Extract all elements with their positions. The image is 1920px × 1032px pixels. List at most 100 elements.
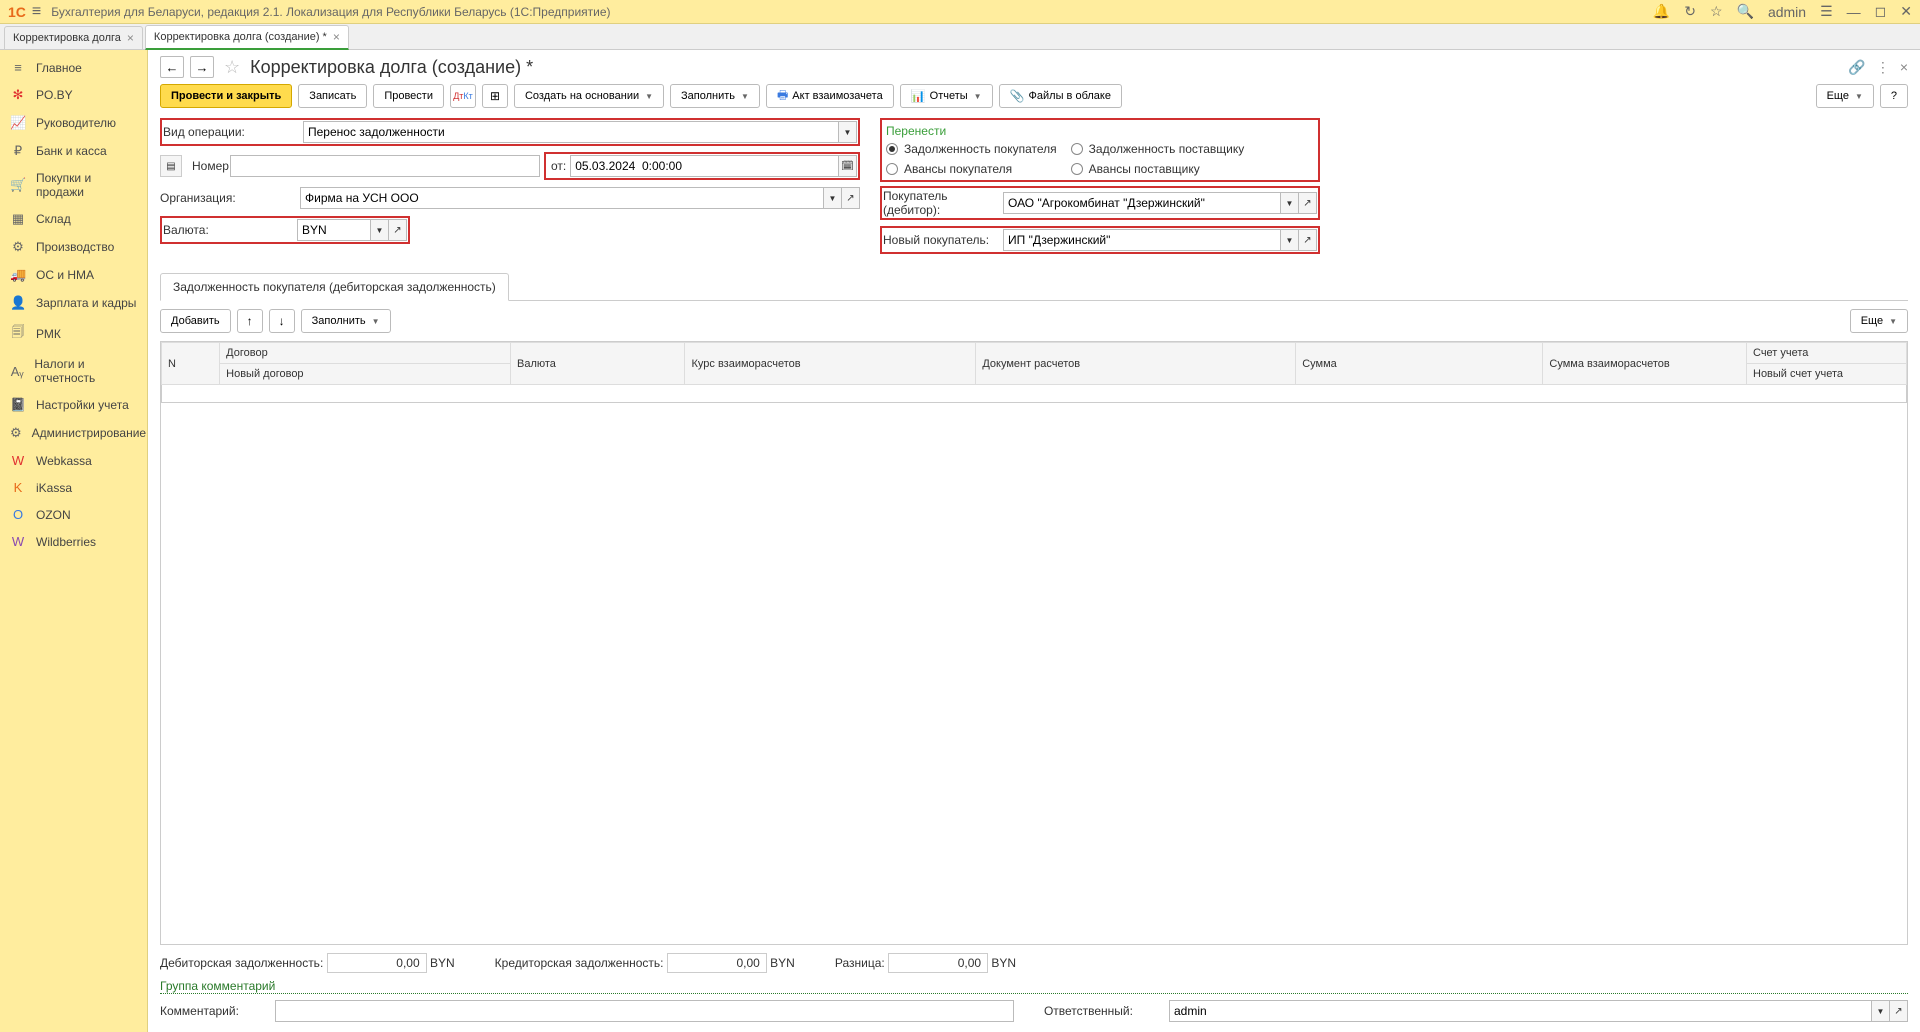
more-icon[interactable]: ⋮ (1876, 59, 1890, 76)
side-bank[interactable]: ₽Банк и касса (0, 137, 147, 165)
col-sum-mutual[interactable]: Сумма взаиморасчетов (1543, 343, 1747, 385)
comments-group-link[interactable]: Группа комментарий (160, 979, 1908, 994)
col-n[interactable]: N (162, 343, 220, 385)
newbuyer-combo[interactable]: ▼ ↗ (1003, 229, 1317, 251)
side-assets[interactable]: 🚚ОС и НМА (0, 261, 147, 289)
bell-icon[interactable]: 🔔 (1653, 3, 1670, 20)
number-mode-icon[interactable]: ▤ (160, 155, 182, 177)
maximize-icon[interactable]: ◻ (1875, 3, 1887, 20)
side-ikassa[interactable]: KiKassa (0, 474, 147, 501)
star-icon[interactable]: ☆ (1710, 3, 1723, 20)
comment-input[interactable] (275, 1000, 1014, 1022)
tab-close-icon[interactable]: × (127, 31, 134, 45)
number-input[interactable] (230, 155, 540, 177)
reports-button[interactable]: 📊Отчеты▼ (900, 84, 993, 108)
tab-debt[interactable]: Корректировка долга × (4, 26, 143, 49)
side-ozon[interactable]: OOZON (0, 501, 147, 528)
open-icon[interactable]: ↗ (842, 187, 860, 209)
newbuyer-input[interactable] (1003, 229, 1281, 251)
col-doc[interactable]: Документ расчетов (976, 343, 1296, 385)
buyer-combo[interactable]: ▼ ↗ (1003, 192, 1317, 214)
open-icon[interactable]: ↗ (1890, 1000, 1908, 1022)
radio-supplier-debt[interactable]: Задолженность поставщику (1071, 142, 1245, 156)
move-down-button[interactable]: ↓ (269, 309, 295, 333)
add-row-button[interactable]: Добавить (160, 309, 231, 333)
fill-button[interactable]: Заполнить▼ (670, 84, 760, 108)
move-up-button[interactable]: ↑ (237, 309, 263, 333)
side-sales[interactable]: 🛒Покупки и продажи (0, 165, 147, 205)
open-icon[interactable]: ↗ (389, 219, 407, 241)
help-button[interactable]: ? (1880, 84, 1908, 108)
side-webkassa[interactable]: WWebkassa (0, 447, 147, 474)
side-rmk[interactable]: 🗐РМК (0, 317, 147, 351)
radio-buyer-advance[interactable]: Авансы покупателя (886, 162, 1057, 176)
date-input[interactable] (570, 155, 839, 177)
radio-buyer-debt[interactable]: Задолженность покупателя (886, 142, 1057, 156)
dropdown-icon[interactable]: ▼ (824, 187, 842, 209)
open-icon[interactable]: ↗ (1299, 229, 1317, 251)
nav-back-button[interactable]: ← (160, 56, 184, 78)
history-icon[interactable]: ↻ (1684, 3, 1696, 20)
side-admin[interactable]: ⚙Администрирование (0, 419, 147, 447)
subtab-debt[interactable]: Задолженность покупателя (дебиторская за… (160, 273, 509, 301)
dt-kt-button[interactable]: ДтКт (450, 84, 476, 108)
col-new-account[interactable]: Новый счет учета (1747, 364, 1907, 385)
col-currency[interactable]: Валюта (510, 343, 685, 385)
side-poby[interactable]: ✻PO.BY (0, 81, 147, 109)
dropdown-icon[interactable]: ▼ (371, 219, 389, 241)
tab-debt-create[interactable]: Корректировка долга (создание) * × (145, 25, 349, 50)
act-button[interactable]: 🖶Акт взаимозачета (766, 84, 894, 108)
org-input[interactable] (300, 187, 824, 209)
close-icon[interactable]: × (1900, 59, 1908, 76)
close-window-icon[interactable]: ✕ (1900, 3, 1912, 20)
create-based-button[interactable]: Создать на основании▼ (514, 84, 664, 108)
dropdown-icon[interactable]: ▼ (1281, 229, 1299, 251)
resp-input[interactable] (1169, 1000, 1872, 1022)
col-new-contract[interactable]: Новый договор (220, 364, 511, 385)
table-more-button[interactable]: Еще▼ (1850, 309, 1908, 333)
side-warehouse[interactable]: ▦Склад (0, 205, 147, 233)
side-manager[interactable]: 📈Руководителю (0, 109, 147, 137)
menu-burger-icon[interactable]: ≡ (32, 3, 41, 21)
org-combo[interactable]: ▼ ↗ (300, 187, 860, 209)
table-fill-button[interactable]: Заполнить▼ (301, 309, 391, 333)
calendar-icon[interactable]: 🗓 (839, 155, 857, 177)
user-label[interactable]: admin (1768, 4, 1806, 20)
minimize-icon[interactable]: — (1847, 4, 1861, 20)
side-tax[interactable]: AᵧНалоги и отчетность (0, 351, 147, 391)
structure-button[interactable]: ⊞ (482, 84, 508, 108)
nav-forward-button[interactable]: → (190, 56, 214, 78)
date-combo[interactable]: 🗓 (570, 155, 857, 177)
buyer-input[interactable] (1003, 192, 1281, 214)
post-button[interactable]: Провести (373, 84, 444, 108)
search-icon[interactable]: 🔍 (1737, 3, 1754, 20)
dropdown-icon[interactable]: ▼ (1281, 192, 1299, 214)
col-account[interactable]: Счет учета (1747, 343, 1907, 364)
resp-combo[interactable]: ▼ ↗ (1169, 1000, 1908, 1022)
side-hr[interactable]: 👤Зарплата и кадры (0, 289, 147, 317)
col-contract[interactable]: Договор (220, 343, 511, 364)
radio-supplier-advance[interactable]: Авансы поставщику (1071, 162, 1245, 176)
link-icon[interactable]: 🔗 (1848, 59, 1865, 76)
col-sum[interactable]: Сумма (1296, 343, 1543, 385)
side-settings[interactable]: 📓Настройки учета (0, 391, 147, 419)
favorite-star-icon[interactable]: ☆ (224, 57, 240, 78)
settings-icon[interactable]: ☰ (1820, 3, 1833, 20)
op-type-combo[interactable]: ▼ (303, 121, 857, 143)
tab-close-icon[interactable]: × (333, 30, 340, 44)
currency-combo[interactable]: ▼ ↗ (297, 219, 407, 241)
dropdown-icon[interactable]: ▼ (839, 121, 857, 143)
side-wildberries[interactable]: WWildberries (0, 528, 147, 555)
save-button[interactable]: Записать (298, 84, 367, 108)
currency-input[interactable] (297, 219, 371, 241)
dropdown-icon[interactable]: ▼ (1872, 1000, 1890, 1022)
side-production[interactable]: ⚙Производство (0, 233, 147, 261)
debt-table[interactable]: N Договор Валюта Курс взаиморасчетов Док… (161, 342, 1907, 403)
side-main[interactable]: ≡Главное (0, 54, 147, 81)
op-type-input[interactable] (303, 121, 839, 143)
post-close-button[interactable]: Провести и закрыть (160, 84, 292, 108)
files-button[interactable]: 📎Файлы в облаке (999, 84, 1122, 108)
more-button[interactable]: Еще▼ (1816, 84, 1874, 108)
open-icon[interactable]: ↗ (1299, 192, 1317, 214)
col-rate[interactable]: Курс взаиморасчетов (685, 343, 976, 385)
